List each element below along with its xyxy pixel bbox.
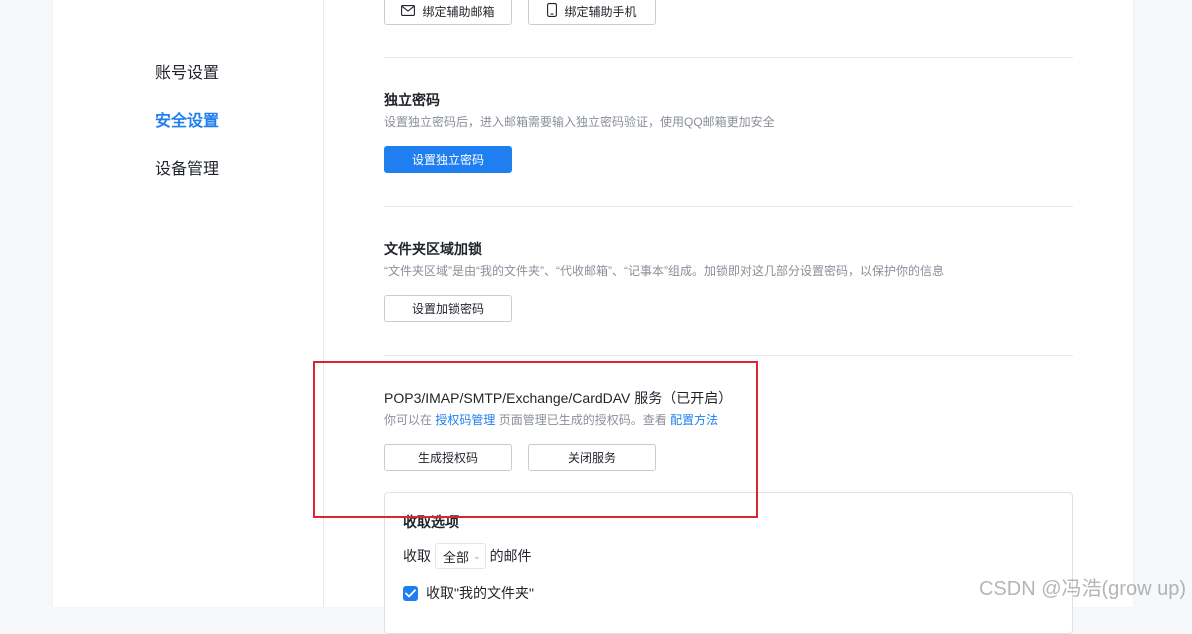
folder-lock-desc: “文件夹区域”是由“我的文件夹”、“代收邮箱”、“记事本”组成。加锁即对这几部分… — [384, 264, 944, 278]
watermark: CSDN @冯浩(grow up) — [978, 578, 1186, 600]
pop3-desc-prefix: 你可以在 — [384, 413, 433, 427]
bind-email-label: 绑定辅助邮箱 — [422, 5, 495, 19]
independent-password-desc: 设置独立密码后，进入邮箱需要输入独立密码验证，使用QQ邮箱更加安全 — [384, 115, 775, 129]
sidebar: 账号设置 安全设置 设备管理 — [53, 0, 324, 607]
pop3-service-title: POP3/IMAP/SMTP/Exchange/CardDAV 服务（已开启） — [384, 390, 733, 406]
settings-card: 账号设置 安全设置 设备管理 绑定辅助邮箱 绑定辅助手机 独立密码 设置独立密码… — [53, 0, 1133, 634]
bind-phone-button[interactable]: 绑定辅助手机 — [528, 0, 656, 25]
phone-icon — [547, 3, 558, 20]
bind-email-button[interactable]: 绑定辅助邮箱 — [384, 0, 512, 25]
divider — [384, 57, 1073, 58]
sidebar-item-device-management[interactable]: 设备管理 — [155, 160, 219, 180]
checkmark-icon — [405, 588, 416, 597]
folder-lock-title: 文件夹区域加锁 — [384, 241, 482, 257]
pop3-service-desc: 你可以在 授权码管理 页面管理已生成的授权码。查看 配置方法 — [384, 412, 718, 428]
chevron-down-icon: ⌄ — [473, 550, 481, 561]
close-service-button[interactable]: 关闭服务 — [528, 444, 656, 471]
divider — [384, 355, 1073, 356]
sidebar-item-account-settings[interactable]: 账号设置 — [155, 64, 219, 84]
receive-my-folders-row: 收取"我的文件夹" — [403, 583, 534, 603]
set-independent-password-button[interactable]: 设置独立密码 — [384, 146, 512, 173]
receive-scope-value: 全部 — [443, 549, 470, 565]
receive-scope-select[interactable]: 全部 ⌄ — [435, 543, 486, 569]
divider — [384, 206, 1073, 207]
pop3-desc-middle: 页面管理已生成的授权码。查看 — [498, 413, 667, 427]
bind-phone-label: 绑定辅助手机 — [564, 5, 637, 19]
receive-options-panel: 收取选项 收取 全部 ⌄ 的邮件 收取"我的文件夹" — [384, 492, 1073, 634]
config-method-link[interactable]: 配置方法 — [670, 413, 718, 427]
sidebar-item-security-settings[interactable]: 安全设置 — [155, 112, 219, 132]
generate-auth-code-button[interactable]: 生成授权码 — [384, 444, 512, 471]
receive-my-folders-checkbox[interactable] — [403, 585, 418, 601]
receive-scope-row: 收取 全部 ⌄ 的邮件 — [403, 543, 532, 569]
envelope-icon — [401, 4, 416, 19]
main-content: 绑定辅助邮箱 绑定辅助手机 独立密码 设置独立密码后，进入邮箱需要输入独立密码验… — [384, 0, 1073, 634]
receive-suffix: 的邮件 — [489, 548, 532, 564]
auth-code-management-link[interactable]: 授权码管理 — [435, 413, 495, 427]
receive-prefix: 收取 — [403, 548, 431, 564]
independent-password-title: 独立密码 — [384, 92, 440, 108]
receive-options-title: 收取选项 — [403, 514, 459, 530]
set-lock-password-button[interactable]: 设置加锁密码 — [384, 295, 512, 322]
receive-my-folders-label: 收取"我的文件夹" — [426, 585, 534, 601]
